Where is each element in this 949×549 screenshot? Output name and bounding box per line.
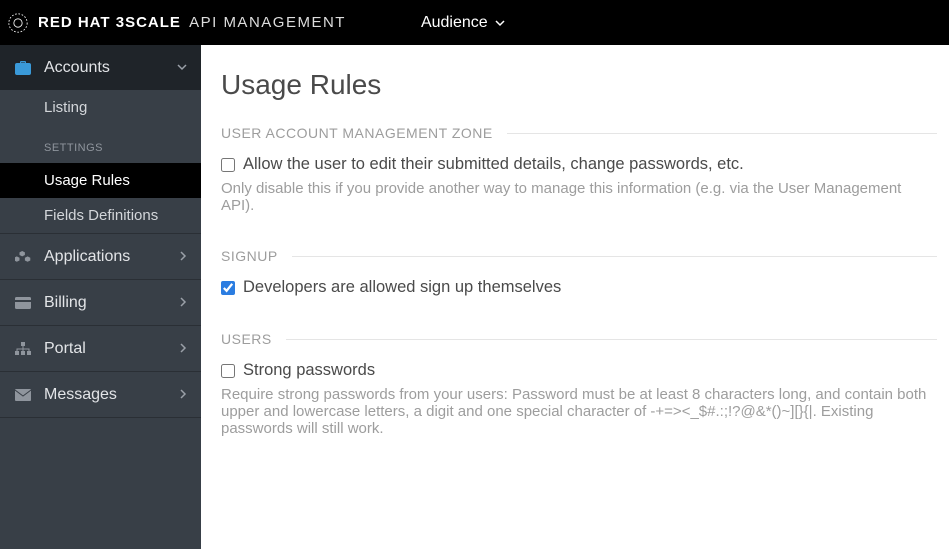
sidebar-item-label: Messages (44, 386, 179, 404)
sidebar-sub-listing[interactable]: Listing (0, 90, 201, 125)
sidebar-sub-usage-rules[interactable]: Usage Rules (0, 163, 201, 198)
sidebar-item-messages[interactable]: Messages (0, 372, 201, 417)
sidebar-sub-header-settings: Settings (0, 133, 201, 163)
main-content: Usage Rules USER ACCOUNT MANAGEMENT ZONE… (201, 45, 949, 549)
chevron-right-icon (179, 342, 187, 356)
audience-label: Audience (421, 14, 488, 32)
sidebar-item-accounts[interactable]: Accounts (0, 45, 201, 90)
sidebar-item-label: Accounts (44, 59, 177, 77)
sidebar-item-label: Billing (44, 294, 179, 312)
topbar: RED HAT 3SCALE API MANAGEMENT Audience (0, 0, 949, 45)
chevron-down-icon (494, 17, 506, 29)
allow-edit-label[interactable]: Allow the user to edit their submitted d… (243, 155, 744, 174)
sidebar: Accounts Listing Settings Usage Rules Fi… (0, 45, 201, 549)
signup-allowed-checkbox[interactable] (221, 281, 235, 295)
section-heading-user-account: USER ACCOUNT MANAGEMENT ZONE (221, 125, 937, 141)
briefcase-icon (14, 61, 32, 75)
page-title: Usage Rules (221, 69, 937, 101)
sidebar-item-label: Portal (44, 340, 179, 358)
envelope-icon (14, 389, 32, 401)
chevron-right-icon (179, 250, 187, 264)
sidebar-item-label: Applications (44, 248, 179, 266)
sidebar-item-portal[interactable]: Portal (0, 326, 201, 371)
cubes-icon (14, 250, 32, 264)
signup-allowed-label[interactable]: Developers are allowed sign up themselve… (243, 278, 561, 297)
allow-edit-checkbox[interactable] (221, 158, 235, 172)
audience-dropdown[interactable]: Audience (421, 14, 506, 32)
redhat-logo-icon (8, 13, 28, 33)
strong-passwords-checkbox[interactable] (221, 364, 235, 378)
sitemap-icon (14, 342, 32, 356)
sidebar-sub-fields-definitions[interactable]: Fields Definitions (0, 198, 201, 233)
credit-card-icon (14, 297, 32, 309)
sidebar-item-applications[interactable]: Applications (0, 234, 201, 279)
strong-passwords-hint: Require strong passwords from your users… (221, 386, 937, 437)
chevron-right-icon (179, 296, 187, 310)
allow-edit-hint: Only disable this if you provide another… (221, 180, 937, 214)
chevron-right-icon (179, 388, 187, 402)
section-heading-signup: SIGNUP (221, 248, 937, 264)
strong-passwords-label[interactable]: Strong passwords (243, 361, 375, 380)
brand-title: RED HAT 3SCALE API MANAGEMENT (38, 14, 346, 31)
section-heading-users: USERS (221, 331, 937, 347)
sidebar-item-billing[interactable]: Billing (0, 280, 201, 325)
chevron-down-icon (177, 61, 187, 75)
